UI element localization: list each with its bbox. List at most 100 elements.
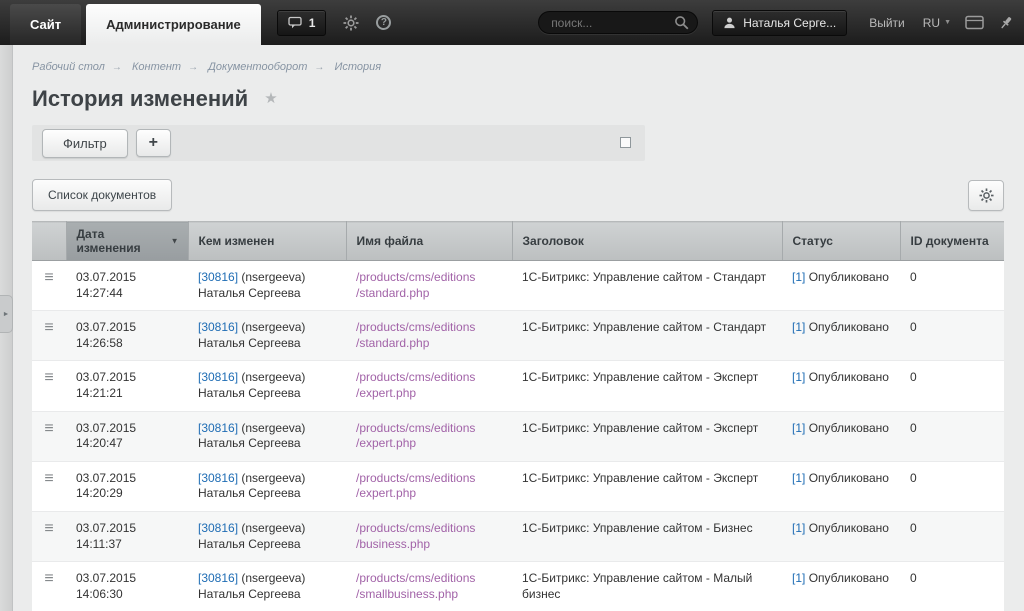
status-id-link[interactable]: [1] [792, 320, 805, 334]
table-row[interactable]: ≡ 03.07.201514:20:47 [30816] (nsergeeva)… [32, 411, 1004, 461]
sidebar-expand-handle[interactable]: ► [0, 295, 13, 333]
notifications-button[interactable]: 1 [277, 10, 327, 36]
breadcrumb-item[interactable]: История [334, 61, 381, 73]
row-doc-id: 0 [900, 311, 1004, 361]
row-date: 03.07.201514:20:29 [66, 461, 188, 511]
breadcrumb-arrow-icon: → [188, 62, 198, 73]
row-menu-icon[interactable]: ≡ [44, 369, 53, 386]
row-menu-icon[interactable]: ≡ [44, 319, 53, 336]
user-id-link[interactable]: [30816] [198, 370, 238, 384]
row-date: 03.07.201514:27:44 [66, 261, 188, 311]
row-menu-icon[interactable]: ≡ [44, 420, 53, 437]
sort-desc-icon: ▼ [171, 237, 179, 246]
file-link[interactable]: /products/cms/editions/expert.php [356, 370, 502, 401]
row-author: [30816] (nsergeeva) Наталья Сергеева [188, 461, 346, 511]
row-date: 03.07.201514:11:37 [66, 511, 188, 561]
favorite-star-icon[interactable]: ★ [264, 90, 277, 107]
breadcrumb-item[interactable]: Рабочий стол [32, 61, 105, 73]
row-date: 03.07.201514:06:30 [66, 562, 188, 611]
breadcrumb-segment: История→ [334, 61, 381, 73]
add-filter-button[interactable]: + [136, 129, 171, 157]
row-file: /products/cms/editions/smallbusiness.php [346, 562, 512, 611]
breadcrumb-arrow-icon: → [314, 62, 324, 73]
row-status: [1] Опубликовано [782, 461, 900, 511]
file-link[interactable]: /products/cms/editions/standard.php [356, 320, 502, 351]
status-id-link[interactable]: [1] [792, 270, 805, 284]
tab-site[interactable]: Сайт [10, 4, 81, 45]
row-status: [1] Опубликовано [782, 511, 900, 561]
user-id-link[interactable]: [30816] [198, 421, 238, 435]
file-link[interactable]: /products/cms/editions/expert.php [356, 471, 502, 502]
help-glyph: ? [381, 18, 387, 28]
row-title: 1С-Битрикс: Управление сайтом - Эксперт [512, 361, 782, 411]
user-icon [723, 16, 736, 29]
file-link[interactable]: /products/cms/editions/business.php [356, 521, 502, 552]
filter-collapse-icon[interactable] [620, 137, 631, 148]
breadcrumb-item[interactable]: Документооборот [208, 61, 307, 73]
row-file: /products/cms/editions/expert.php [346, 411, 512, 461]
gear-icon[interactable] [343, 15, 359, 31]
column-header-title[interactable]: Заголовок [512, 222, 782, 261]
language-label: RU [923, 16, 940, 30]
file-link[interactable]: /products/cms/editions/expert.php [356, 421, 502, 452]
row-file: /products/cms/editions/expert.php [346, 461, 512, 511]
row-title: 1С-Битрикс: Управление сайтом - Малый би… [512, 562, 782, 611]
row-menu-icon[interactable]: ≡ [44, 269, 53, 286]
status-id-link[interactable]: [1] [792, 370, 805, 384]
table-row[interactable]: ≡ 03.07.201514:26:58 [30816] (nsergeeva)… [32, 311, 1004, 361]
table-row[interactable]: ≡ 03.07.201514:20:29 [30816] (nsergeeva)… [32, 461, 1004, 511]
user-id-link[interactable]: [30816] [198, 571, 238, 585]
breadcrumb-segment: Контент → [132, 61, 205, 73]
row-file: /products/cms/editions/standard.php [346, 311, 512, 361]
row-author: [30816] (nsergeeva) Наталья Сергеева [188, 361, 346, 411]
status-id-link[interactable]: [1] [792, 521, 805, 535]
notification-count: 1 [309, 16, 316, 30]
row-doc-id: 0 [900, 411, 1004, 461]
row-menu-icon[interactable]: ≡ [44, 470, 53, 487]
filter-button[interactable]: Фильтр [42, 129, 128, 158]
column-header-author[interactable]: Кем изменен [188, 222, 346, 261]
grid-settings-button[interactable] [968, 180, 1004, 211]
file-link[interactable]: /products/cms/editions/smallbusiness.php [356, 571, 502, 602]
pin-icon[interactable] [998, 15, 1014, 31]
search-icon[interactable] [674, 15, 689, 30]
file-link[interactable]: /products/cms/editions/standard.php [356, 270, 502, 301]
logout-link[interactable]: Выйти [869, 16, 905, 30]
breadcrumb-segment: Рабочий стол→ [32, 61, 129, 73]
row-menu-icon[interactable]: ≡ [44, 570, 53, 587]
user-menu-button[interactable]: Наталья Серге... [712, 10, 847, 36]
top-panel: Сайт Администрирование 1 ? На [0, 0, 1024, 45]
row-menu-cell: ≡ [32, 261, 66, 311]
sidebar-collapsed-rail: ► [0, 45, 13, 611]
table-row[interactable]: ≡ 03.07.201514:11:37 [30816] (nsergeeva)… [32, 511, 1004, 561]
user-id-link[interactable]: [30816] [198, 320, 238, 334]
user-id-link[interactable]: [30816] [198, 270, 238, 284]
status-id-link[interactable]: [1] [792, 421, 805, 435]
user-id-link[interactable]: [30816] [198, 521, 238, 535]
user-id-link[interactable]: [30816] [198, 471, 238, 485]
page-title: История изменений [32, 86, 248, 111]
breadcrumb: Рабочий стол→ Контент→ Документооборот→ … [32, 61, 1004, 73]
row-menu-cell: ≡ [32, 311, 66, 361]
help-icon[interactable]: ? [376, 15, 391, 30]
column-header-date[interactable]: Дата изменения▼ [66, 222, 188, 261]
row-menu-icon[interactable]: ≡ [44, 520, 53, 537]
row-doc-id: 0 [900, 261, 1004, 311]
tab-document-list[interactable]: Список документов [32, 179, 172, 211]
language-selector[interactable]: RU ▼ [923, 16, 951, 30]
breadcrumb-item[interactable]: Контент [132, 61, 181, 73]
column-header-file[interactable]: Имя файла [346, 222, 512, 261]
column-header-doc-id[interactable]: ID документа [900, 222, 1004, 261]
row-title: 1С-Битрикс: Управление сайтом - Эксперт [512, 461, 782, 511]
table-row[interactable]: ≡ 03.07.201514:21:21 [30816] (nsergeeva)… [32, 361, 1004, 411]
status-id-link[interactable]: [1] [792, 571, 805, 585]
table-row[interactable]: ≡ 03.07.201514:27:44 [30816] (nsergeeva)… [32, 261, 1004, 311]
desktop-icon[interactable] [965, 15, 984, 30]
table-row[interactable]: ≡ 03.07.201514:06:30 [30816] (nsergeeva)… [32, 562, 1004, 611]
row-author: [30816] (nsergeeva) Наталья Сергеева [188, 261, 346, 311]
status-id-link[interactable]: [1] [792, 471, 805, 485]
column-header-status[interactable]: Статус [782, 222, 900, 261]
row-doc-id: 0 [900, 461, 1004, 511]
tab-administration[interactable]: Администрирование [86, 4, 261, 45]
page-title-row: История изменений ★ [32, 86, 1004, 112]
